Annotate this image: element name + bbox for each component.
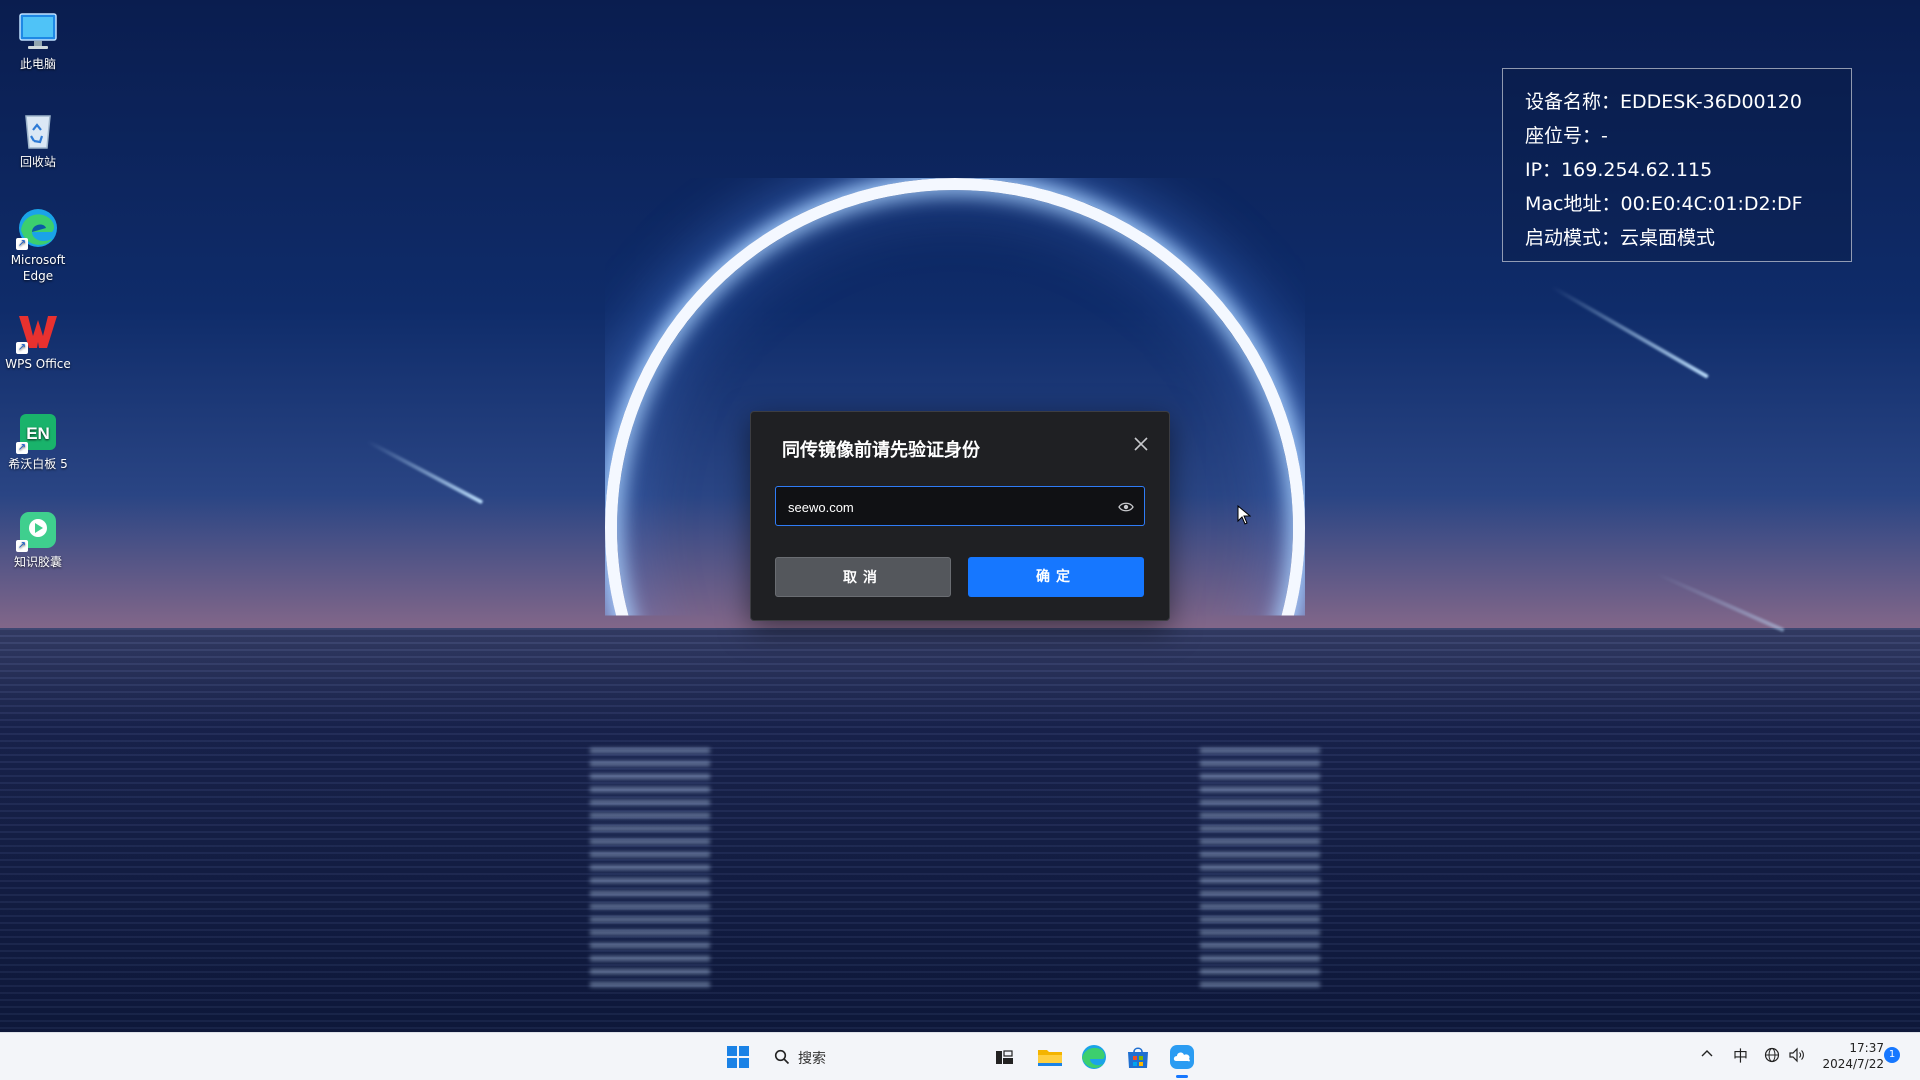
show-password-button[interactable]: [1118, 499, 1134, 513]
running-indicator: [1176, 1075, 1188, 1078]
password-input[interactable]: [786, 487, 1110, 527]
file-explorer-button[interactable]: [1034, 1041, 1066, 1073]
taskbar: 搜索 中 17:37 2024/7/22 1: [0, 1032, 1920, 1080]
confirm-button[interactable]: 确定: [968, 557, 1144, 597]
shortcut-arrow-icon: ↗: [16, 238, 28, 250]
mac-address-text: Mac地址：00:E0:4C:01:D2:DF: [1525, 193, 1803, 215]
cloud-app-icon: [1170, 1045, 1194, 1069]
desktop-icon-knowledge-capsule[interactable]: ↗ 知识胶囊: [4, 508, 72, 570]
device-name-text: 设备名称：EDDESK-36D00120: [1525, 91, 1802, 113]
notification-badge[interactable]: 1: [1884, 1047, 1900, 1063]
volume-button[interactable]: [1788, 1047, 1806, 1067]
svg-text:EN: EN: [26, 424, 50, 443]
shortcut-arrow-icon: ↗: [16, 342, 28, 354]
edge-taskbar-button[interactable]: [1078, 1041, 1110, 1073]
folder-icon: [1038, 1050, 1062, 1066]
cancel-button[interactable]: 取消: [775, 557, 951, 597]
recycle-bin-icon: [16, 108, 60, 152]
edge-icon: ↗: [16, 206, 60, 250]
desktop-icon-label: 此电脑: [19, 57, 56, 71]
desktop-icon-label: 回收站: [19, 155, 56, 169]
monitor-icon: [16, 10, 60, 54]
speaker-icon: [1789, 1047, 1804, 1063]
seewo-whiteboard-icon: EN ↗: [16, 410, 60, 454]
task-view-icon: [996, 1050, 1013, 1064]
network-button[interactable]: [1764, 1047, 1780, 1067]
start-button[interactable]: [722, 1041, 754, 1073]
wallpaper-reflection-left: [590, 748, 710, 988]
wps-office-icon: ↗: [16, 310, 60, 354]
mouse-cursor-icon: [1237, 504, 1252, 525]
clock[interactable]: 17:37 2024/7/22: [1818, 1040, 1884, 1072]
device-info-panel: 设备名称：EDDESK-36D00120 座位号：- IP：169.254.62…: [1502, 68, 1852, 262]
clock-time: 17:37: [1849, 1041, 1884, 1055]
clock-date: 2024/7/22: [1822, 1057, 1884, 1071]
desktop-icon-edge[interactable]: ↗ Microsoft Edge: [4, 206, 72, 284]
desktop-icon-label: 知识胶囊: [13, 555, 62, 569]
wallpaper-light-streak: [366, 439, 484, 505]
desktop-icon-recycle-bin[interactable]: 回收站: [4, 108, 72, 170]
edge-icon: [1082, 1045, 1106, 1069]
windows-logo-icon: [727, 1046, 749, 1068]
chevron-up-icon: [1701, 1050, 1713, 1057]
ip-address-text: IP：169.254.62.115: [1525, 159, 1713, 181]
shortcut-arrow-icon: ↗: [16, 540, 28, 552]
search-label: 搜索: [798, 1051, 826, 1067]
boot-mode-text: 启动模式：云桌面模式: [1525, 227, 1716, 249]
microsoft-store-button[interactable]: [1122, 1041, 1154, 1073]
desktop-icon-label: 希沃白板 5: [8, 457, 68, 471]
input-method-indicator[interactable]: 中: [1733, 1045, 1748, 1066]
seat-number-text: 座位号：-: [1525, 125, 1608, 147]
taskbar-search-box[interactable]: 搜索: [762, 1041, 972, 1073]
close-button[interactable]: [1129, 432, 1153, 456]
desktop-icon-label: WPS Office: [5, 357, 71, 371]
wallpaper-water: [0, 628, 1920, 1032]
wallpaper-reflection-right: [1200, 748, 1320, 988]
desktop-icon-this-pc[interactable]: 此电脑: [4, 10, 72, 72]
close-icon: [1134, 437, 1148, 451]
knowledge-capsule-icon: ↗: [16, 508, 60, 552]
desktop-icon-label: Microsoft Edge: [10, 253, 66, 283]
store-icon: [1128, 1047, 1148, 1068]
verify-identity-dialog: 同传镜像前请先验证身份 取消 确定: [750, 411, 1170, 621]
wallpaper-light-streak: [1551, 285, 1709, 379]
eye-icon: [1118, 502, 1134, 512]
task-view-button[interactable]: [988, 1041, 1020, 1073]
dialog-title: 同传镜像前请先验证身份: [782, 440, 980, 461]
show-hidden-icons-button[interactable]: [1700, 1047, 1714, 1065]
desktop-icon-seewo-whiteboard[interactable]: EN ↗ 希沃白板 5: [4, 410, 72, 472]
search-icon: [774, 1049, 790, 1065]
wallpaper-light-streak: [1655, 571, 1785, 633]
password-field[interactable]: [775, 486, 1145, 527]
desktop-icon-wps-office[interactable]: ↗ WPS Office: [4, 310, 72, 372]
cloud-desktop-app-button[interactable]: [1166, 1041, 1198, 1078]
shortcut-arrow-icon: ↗: [16, 442, 28, 454]
globe-icon: [1764, 1047, 1780, 1063]
